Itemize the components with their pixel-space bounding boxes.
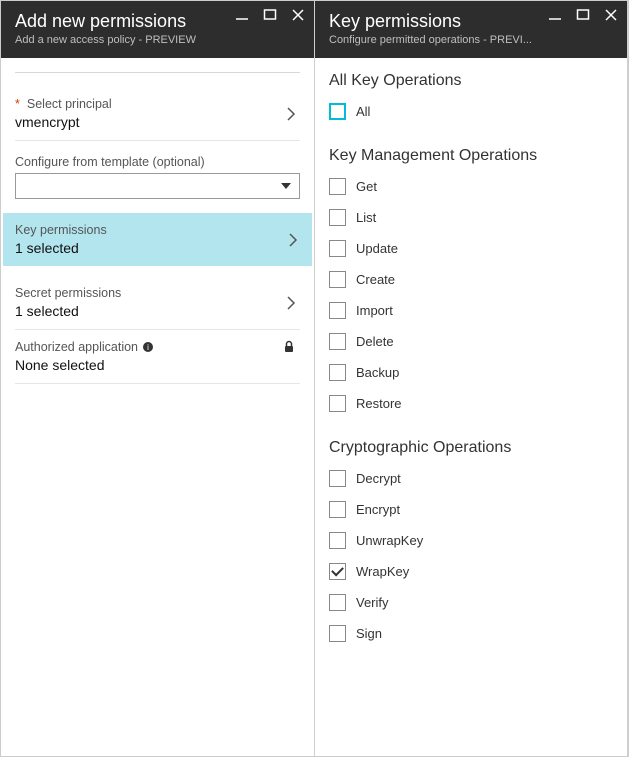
checkbox-group-mgmt: Get List Update Create Import Delete Backup Res…: [329, 173, 613, 421]
panel-body-left: *Select principal vmencrypt Configure fr…: [1, 58, 314, 756]
select-principal-label: *Select principal: [15, 97, 300, 111]
checkbox-label: Delete: [356, 334, 394, 349]
checkbox-row-import[interactable]: Import: [329, 297, 613, 328]
checkbox-label: Update: [356, 241, 398, 256]
maximize-icon[interactable]: [575, 7, 591, 23]
add-permissions-panel: Add new permissions Add a new access pol…: [1, 1, 315, 756]
checkbox-group-all: All: [329, 98, 613, 129]
checkbox-get[interactable]: [329, 178, 346, 195]
checkbox-row-encrypt[interactable]: Encrypt: [329, 496, 613, 527]
key-permissions-panel: Key permissions Configure permitted oper…: [315, 1, 628, 756]
maximize-icon[interactable]: [262, 7, 278, 23]
checkbox-label: Backup: [356, 365, 399, 380]
checkbox-label: Import: [356, 303, 393, 318]
checkbox-row-delete[interactable]: Delete: [329, 328, 613, 359]
checkbox-row-list[interactable]: List: [329, 204, 613, 235]
checkbox-label: UnwrapKey: [356, 533, 423, 548]
panel-body-right: All Key Operations All Key Management Op…: [315, 58, 627, 756]
checkbox-row-sign[interactable]: Sign: [329, 620, 613, 651]
checkbox-label: Encrypt: [356, 502, 400, 517]
secret-permissions-label: Secret permissions: [15, 286, 300, 300]
chevron-right-icon: [288, 232, 298, 248]
group-title-mgmt: Key Management Operations: [329, 147, 613, 165]
checkbox-create[interactable]: [329, 271, 346, 288]
checkbox-verify[interactable]: [329, 594, 346, 611]
chevron-right-icon: [286, 106, 296, 122]
checkbox-row-unwrapkey[interactable]: UnwrapKey: [329, 527, 613, 558]
checkbox-label: Verify: [356, 595, 389, 610]
panel-subtitle-left: Add a new access policy - PREVIEW: [15, 34, 235, 46]
checkbox-delete[interactable]: [329, 333, 346, 350]
secret-permissions-value: 1 selected: [15, 303, 300, 319]
key-permissions-row[interactable]: Key permissions 1 selected: [3, 213, 312, 266]
checkbox-decrypt[interactable]: [329, 470, 346, 487]
checkbox-label: Sign: [356, 626, 382, 641]
info-icon[interactable]: i: [142, 341, 154, 353]
checkbox-label: Get: [356, 179, 377, 194]
template-label: Configure from template (optional): [15, 155, 300, 169]
checkbox-backup[interactable]: [329, 364, 346, 381]
divider: [15, 72, 300, 73]
checkbox-label: WrapKey: [356, 564, 409, 579]
checkbox-row-create[interactable]: Create: [329, 266, 613, 297]
authorized-application-label: Authorized application i: [15, 340, 300, 354]
close-icon[interactable]: [290, 7, 306, 23]
checkbox-label: Decrypt: [356, 471, 401, 486]
checkbox-label: All: [356, 104, 370, 119]
checkbox-label: Create: [356, 272, 395, 287]
checkbox-row-all[interactable]: All: [329, 98, 613, 129]
key-permissions-label: Key permissions: [15, 223, 300, 237]
checkbox-restore[interactable]: [329, 395, 346, 412]
checkbox-label: List: [356, 210, 376, 225]
checkbox-sign[interactable]: [329, 625, 346, 642]
checkbox-encrypt[interactable]: [329, 501, 346, 518]
window-controls-left: [234, 7, 306, 23]
authorized-application-value: None selected: [15, 357, 300, 373]
checkbox-all[interactable]: [329, 103, 346, 120]
checkbox-row-verify[interactable]: Verify: [329, 589, 613, 620]
checkbox-wrapkey[interactable]: [329, 563, 346, 580]
checkbox-group-crypto: Decrypt Encrypt UnwrapKey WrapKey Verify Sign: [329, 465, 613, 651]
authorized-application-row: Authorized application i None selected: [15, 330, 300, 384]
checkbox-row-backup[interactable]: Backup: [329, 359, 613, 390]
required-star-icon: *: [15, 97, 20, 111]
svg-text:i: i: [147, 343, 149, 352]
checkbox-unwrapkey[interactable]: [329, 532, 346, 549]
checkbox-import[interactable]: [329, 302, 346, 319]
group-title-all: All Key Operations: [329, 72, 613, 90]
checkbox-list[interactable]: [329, 209, 346, 226]
checkbox-row-decrypt[interactable]: Decrypt: [329, 465, 613, 496]
window-controls-right: [547, 7, 619, 23]
checkbox-row-get[interactable]: Get: [329, 173, 613, 204]
lock-icon: [282, 340, 296, 354]
template-select[interactable]: [15, 173, 300, 199]
minimize-icon[interactable]: [547, 7, 563, 23]
panel-subtitle-right: Configure permitted operations - PREVI..…: [329, 34, 549, 46]
checkbox-row-restore[interactable]: Restore: [329, 390, 613, 421]
checkbox-label: Restore: [356, 396, 402, 411]
panel-header-right: Key permissions Configure permitted oper…: [315, 1, 627, 58]
panel-header-left: Add new permissions Add a new access pol…: [1, 1, 314, 58]
minimize-icon[interactable]: [234, 7, 250, 23]
select-principal-row[interactable]: *Select principal vmencrypt: [15, 87, 300, 141]
checkbox-row-update[interactable]: Update: [329, 235, 613, 266]
checkbox-update[interactable]: [329, 240, 346, 257]
close-icon[interactable]: [603, 7, 619, 23]
secret-permissions-row[interactable]: Secret permissions 1 selected: [15, 276, 300, 330]
chevron-right-icon: [286, 295, 296, 311]
group-title-crypto: Cryptographic Operations: [329, 439, 613, 457]
key-permissions-value: 1 selected: [15, 240, 300, 256]
select-principal-value: vmencrypt: [15, 114, 300, 130]
checkbox-row-wrapkey[interactable]: WrapKey: [329, 558, 613, 589]
